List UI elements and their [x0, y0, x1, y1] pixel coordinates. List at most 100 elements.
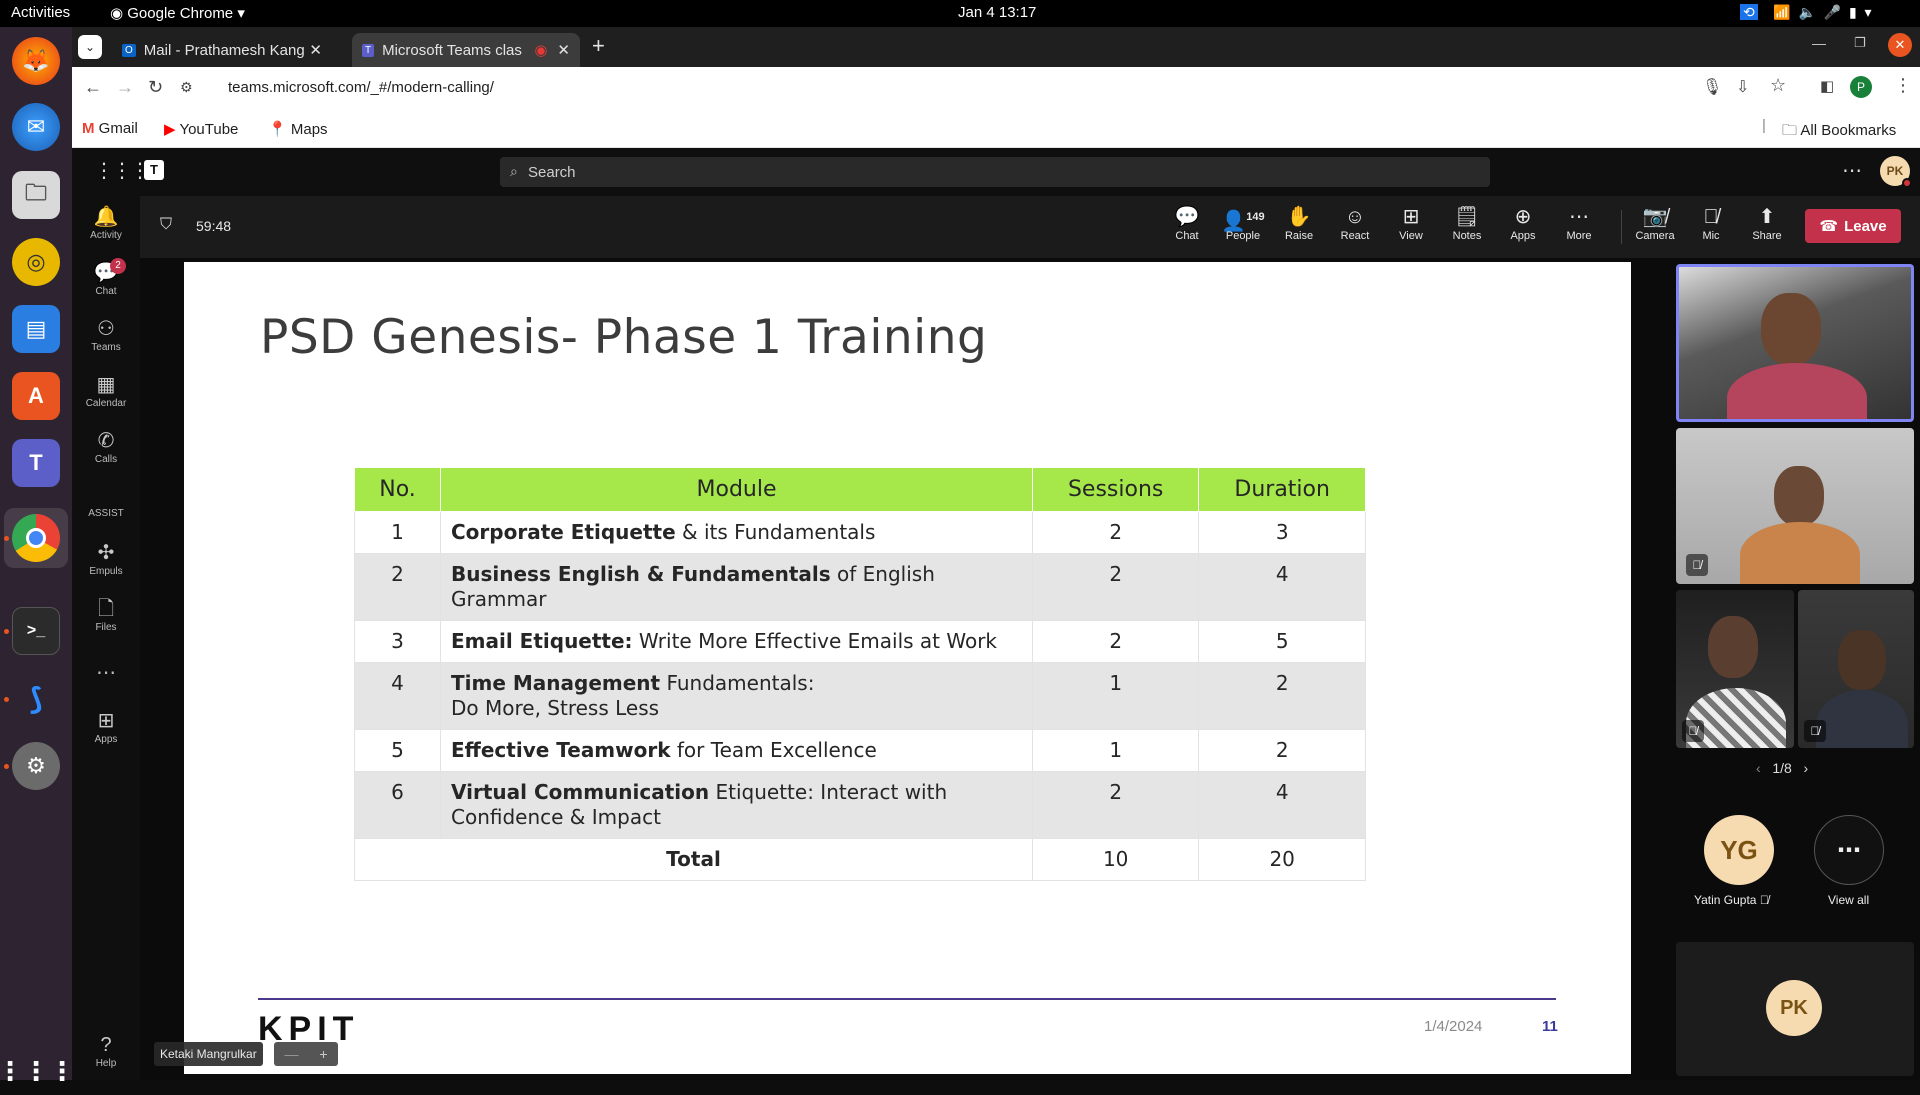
- terminal-icon[interactable]: >_: [12, 607, 60, 655]
- app-menu[interactable]: ◉ Google Chrome ▾: [110, 4, 245, 22]
- rail-more[interactable]: ⋯: [72, 660, 140, 685]
- table-row: 3 Email Etiquette: Write More Effective …: [354, 620, 1366, 663]
- participant-video[interactable]: 🎙̸: [1798, 590, 1914, 748]
- share-button[interactable]: ⬆ Share: [1739, 204, 1795, 242]
- power-menu-icon[interactable]: ▾: [1864, 4, 1871, 20]
- minimize-icon[interactable]: —: [1812, 35, 1826, 51]
- chat-button[interactable]: 💬 Chat: [1159, 204, 1215, 242]
- bookmark-star-icon[interactable]: ☆: [1770, 75, 1786, 96]
- rail-help[interactable]: ? Help: [72, 1034, 140, 1069]
- volume-icon[interactable]: 🔈: [1799, 4, 1816, 20]
- rail-teams[interactable]: ⚇ Teams: [72, 318, 140, 353]
- activities-button[interactable]: Activities: [11, 4, 70, 21]
- participant-avatar[interactable]: YG: [1704, 815, 1774, 885]
- view-all-button[interactable]: ⋯: [1814, 815, 1884, 885]
- forward-icon[interactable]: →: [116, 77, 134, 98]
- app-launcher-icon[interactable]: ⋮⋮⋮: [94, 158, 150, 183]
- rail-empuls[interactable]: ✣ Empuls: [72, 542, 140, 577]
- bookmark-maps[interactable]: 📍 Maps: [268, 120, 328, 138]
- row-duration: 5: [1198, 620, 1366, 663]
- people-button[interactable]: 👤149 People: [1215, 204, 1271, 242]
- all-bookmarks[interactable]: 🗀 All Bookmarks: [1782, 120, 1896, 145]
- rail-apps[interactable]: ⊞ Apps: [72, 710, 140, 745]
- meeting-control-bar: ⛉ 59:48 💬 Chat 👤149 People ✋ Raise ☺ React ⊞…: [140, 196, 1920, 258]
- more-button[interactable]: ⋯ More: [1551, 204, 1607, 242]
- firefox-icon[interactable]: 🦊: [12, 37, 60, 85]
- total-duration: 20: [1198, 838, 1366, 881]
- react-button[interactable]: ☺ React: [1327, 204, 1383, 242]
- rail-calls[interactable]: ✆ Calls: [72, 430, 140, 465]
- bookmark-gmail[interactable]: M Gmail: [82, 120, 138, 137]
- zoom-in-icon[interactable]: +: [319, 1046, 327, 1062]
- mic-button[interactable]: 🎙̸ Mic: [1683, 204, 1739, 242]
- mic-indicator-icon[interactable]: 🎤: [1824, 4, 1841, 20]
- ctrl-label: Share: [1752, 230, 1782, 242]
- search-input[interactable]: ⌕ Search: [500, 157, 1490, 187]
- writer-icon[interactable]: ▤: [12, 305, 60, 353]
- settings-icon[interactable]: ⚙: [12, 742, 60, 790]
- zoom-out-icon[interactable]: —: [284, 1046, 298, 1062]
- files-icon[interactable]: 🗀: [12, 171, 60, 219]
- site-info-icon[interactable]: ⚙: [180, 79, 193, 96]
- profile-avatar[interactable]: P: [1850, 76, 1872, 98]
- address-bar[interactable]: teams.microsoft.com/_#/modern-calling/: [228, 79, 494, 96]
- participant-video[interactable]: 🎙̸: [1676, 428, 1914, 584]
- back-icon[interactable]: ←: [84, 77, 102, 98]
- rail-activity[interactable]: 🔔 Activity: [72, 206, 140, 241]
- side-panel-icon[interactable]: ◧: [1820, 77, 1834, 95]
- chrome-dock-icon[interactable]: [12, 514, 60, 562]
- close-tab-icon[interactable]: ✕: [557, 41, 570, 59]
- rail-assist[interactable]: ASSIST: [72, 508, 140, 519]
- rail-calendar[interactable]: ▦ Calendar: [72, 374, 140, 409]
- new-tab-icon[interactable]: +: [592, 33, 605, 59]
- install-app-icon[interactable]: ⇩: [1736, 77, 1749, 97]
- settings-more-icon[interactable]: ⋯: [1842, 158, 1862, 183]
- apps-button[interactable]: ⊕ Apps: [1495, 204, 1551, 242]
- raise-hand-button[interactable]: ✋ Raise: [1271, 204, 1327, 242]
- next-page-icon[interactable]: ›: [1803, 760, 1808, 776]
- rhythmbox-icon[interactable]: ◎: [12, 238, 60, 286]
- total-label: Total: [354, 838, 1033, 881]
- module-desc: for Team Excellence: [670, 738, 877, 762]
- row-no: 5: [354, 729, 441, 772]
- tab-mail[interactable]: O Mail - Prathamesh Kanga ✕: [112, 33, 332, 67]
- show-apps-icon[interactable]: ⋮⋮⋮: [0, 1047, 75, 1095]
- close-window-icon[interactable]: ✕: [1888, 33, 1912, 57]
- tray-app-icon[interactable]: ⟲: [1740, 4, 1758, 20]
- leave-button[interactable]: ☎ Leave: [1805, 209, 1901, 243]
- notes-button[interactable]: 🗒 Notes: [1439, 204, 1495, 242]
- help-icon: ?: [100, 1034, 112, 1056]
- bookmark-youtube[interactable]: ▶ YouTube: [164, 120, 238, 138]
- thunderbird-icon[interactable]: ✉: [12, 103, 60, 151]
- ctrl-label: Notes: [1452, 230, 1482, 242]
- reload-icon[interactable]: ↻: [148, 77, 163, 98]
- restore-icon[interactable]: ❐: [1854, 35, 1866, 51]
- zoom-icon[interactable]: ⟆: [12, 675, 60, 723]
- participant-video[interactable]: 🎙̸: [1676, 590, 1794, 748]
- bookmarks-bar: M Gmail ▶ YouTube 📍 Maps | 🗀 All Bookmar…: [72, 111, 1920, 148]
- rail-chat[interactable]: 💬 Chat 2: [72, 258, 140, 297]
- tab-search-icon[interactable]: ⌄: [78, 35, 102, 59]
- tab-teams[interactable]: T Microsoft Teams clas ◉ ✕: [352, 33, 580, 67]
- ctrl-label: Raise: [1284, 230, 1314, 242]
- view-button[interactable]: ⊞ View: [1383, 204, 1439, 242]
- leave-label: Leave: [1844, 217, 1887, 235]
- chrome-menu-icon[interactable]: ⋮: [1894, 75, 1912, 96]
- battery-icon[interactable]: ▮: [1849, 4, 1857, 20]
- participant-video-speaker[interactable]: [1676, 264, 1914, 422]
- wifi-icon[interactable]: 📶: [1773, 4, 1790, 20]
- status-icons[interactable]: ⟲ 📶 🔈 🎤 ▮ ▾: [1740, 4, 1871, 21]
- self-view-tile[interactable]: PK: [1676, 942, 1914, 1076]
- prev-page-icon[interactable]: ‹: [1756, 760, 1761, 776]
- shared-slide: PSD Genesis- Phase 1 Training No. Module…: [184, 262, 1631, 1074]
- mic-permission-icon[interactable]: 🎙: [1702, 77, 1722, 97]
- participant-name-label: Yatin Gupta: [1694, 893, 1757, 907]
- clock[interactable]: Jan 4 13:17: [958, 4, 1036, 21]
- ctrl-label: More: [1566, 230, 1592, 242]
- app-center-icon[interactable]: A: [12, 372, 60, 420]
- camera-button[interactable]: 📷̸ Camera: [1627, 204, 1683, 242]
- close-tab-icon[interactable]: ✕: [309, 41, 322, 59]
- rail-files[interactable]: 🗋 Files: [72, 598, 140, 633]
- shield-icon[interactable]: ⛉: [160, 216, 172, 234]
- teams-app-icon[interactable]: T: [12, 439, 60, 487]
